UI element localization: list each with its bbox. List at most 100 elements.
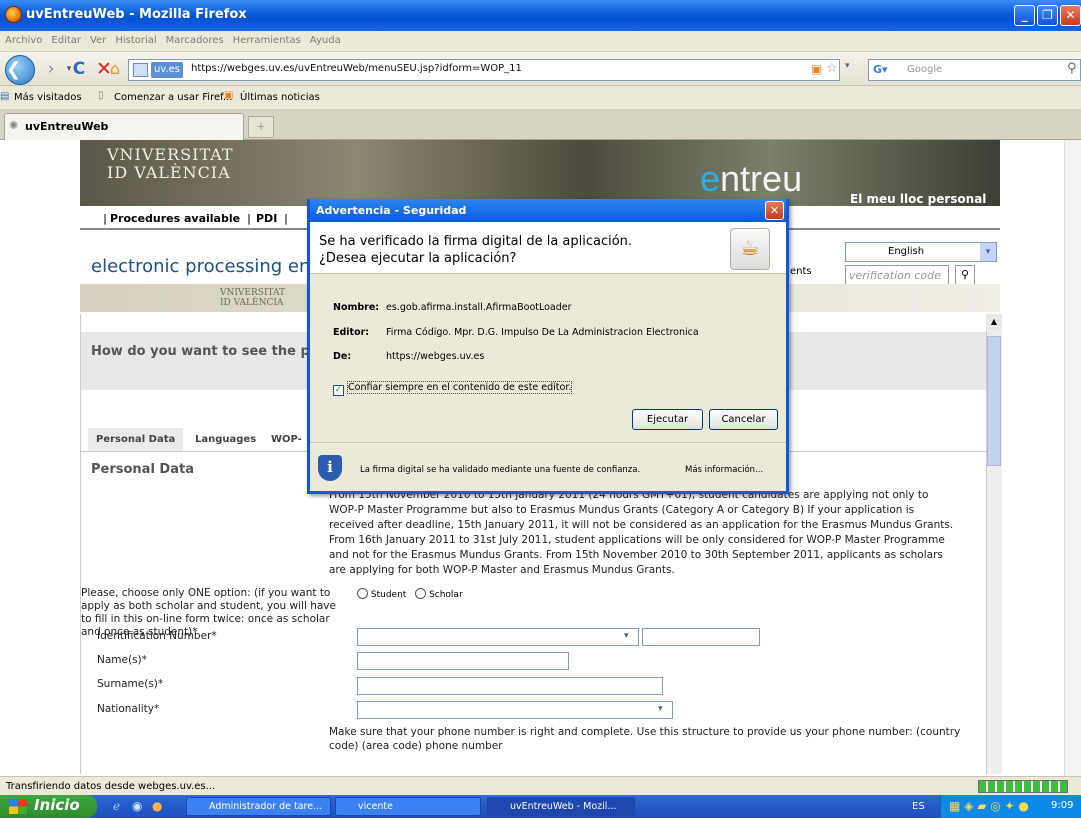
language-indicator[interactable]: ES bbox=[912, 801, 925, 812]
section-heading: Personal Data bbox=[91, 462, 194, 477]
logo-line-1: VNIVERSITAT bbox=[107, 145, 234, 164]
google-icon[interactable]: G▾ bbox=[873, 63, 888, 76]
navigation-toolbar: ❮ › ▾ C ✕ ⌂ uv.es https://webges.uv.es/u… bbox=[0, 52, 1081, 86]
scroll-up-icon[interactable]: ▲ bbox=[986, 314, 1002, 330]
publisher-row: Editor: Firma Código. Mpr. D.G. Impulso … bbox=[333, 327, 699, 338]
tab-personal-data[interactable]: Personal Data bbox=[88, 428, 184, 451]
verification-code-input[interactable]: verification code bbox=[845, 265, 949, 285]
window-title: uvEntreuWeb - Mozilla Firefox bbox=[26, 7, 247, 22]
trust-publisher-checkbox[interactable]: ✓ Confiar siempre en el contenido de este… bbox=[333, 381, 573, 396]
windows-flag-icon bbox=[9, 799, 27, 814]
menu-historial[interactable]: Historial bbox=[110, 31, 160, 46]
personal-site-tagline: El meu lloc personal bbox=[850, 192, 987, 206]
tab-uventreuweb[interactable]: ✺ uvEntreuWeb bbox=[4, 113, 244, 140]
info-shield-icon: i bbox=[318, 455, 342, 481]
menu-marcadores[interactable]: Marcadores bbox=[161, 31, 228, 46]
dialog-title: Advertencia - Seguridad bbox=[316, 204, 467, 217]
page-icon: ▯ bbox=[98, 90, 104, 101]
more-info-link[interactable]: Más información... bbox=[685, 465, 763, 475]
search-bar[interactable]: G▾ Google ⚲ bbox=[868, 59, 1081, 81]
desktop-icon[interactable]: ◉ bbox=[132, 799, 142, 813]
taskbar-vicente[interactable]: vicente bbox=[335, 797, 481, 816]
chevron-down-icon[interactable]: ▾ bbox=[980, 243, 996, 261]
from-row: De: https://webges.uv.es bbox=[333, 351, 484, 362]
menu-editar[interactable]: Editar bbox=[46, 31, 85, 46]
identification-number-input[interactable] bbox=[642, 628, 760, 646]
start-button[interactable]: Inicio bbox=[0, 795, 97, 818]
scroll-thumb[interactable] bbox=[987, 336, 1001, 466]
dialog-titlebar: Advertencia - Seguridad ✕ bbox=[310, 199, 786, 222]
from-value: https://webges.uv.es bbox=[386, 351, 485, 362]
nav-pdi[interactable]: PDI bbox=[256, 212, 277, 225]
search-icon[interactable]: ⚲ bbox=[1067, 61, 1077, 76]
page-title: electronic processing env bbox=[91, 256, 322, 277]
tab-languages[interactable]: Languages bbox=[187, 428, 264, 451]
surname-input[interactable] bbox=[357, 677, 663, 695]
dialog-header: Se ha verificado la firma digital de la … bbox=[310, 222, 786, 274]
bookmark-getting-started[interactable]: Comenzar a usar Firef... bbox=[114, 92, 232, 103]
maximize-button[interactable]: ❐ bbox=[1037, 5, 1058, 26]
close-window-button[interactable]: ✕ bbox=[1060, 5, 1081, 26]
id-type-select[interactable]: ▾ bbox=[357, 628, 639, 646]
nav-separator: | bbox=[284, 212, 289, 225]
checkmark-icon[interactable]: ✓ bbox=[333, 385, 344, 396]
dialog-footer: i La firma digital se ha validado median… bbox=[310, 442, 786, 494]
loading-icon: ✺ bbox=[9, 119, 19, 132]
taskbar-firefox[interactable]: uvEntreuWeb - Mozil... bbox=[487, 797, 635, 816]
page-scrollbar[interactable] bbox=[1064, 140, 1081, 776]
name-label: Name(s)* bbox=[97, 654, 147, 666]
taskbar-task-manager[interactable]: Administrador de tare... bbox=[186, 797, 331, 816]
bookmark-most-visited[interactable]: Más visitados bbox=[14, 92, 82, 103]
menu-ver[interactable]: Ver bbox=[85, 31, 110, 46]
back-arrow-icon[interactable]: ❮ bbox=[5, 55, 35, 85]
signature-note: La firma digital se ha validado mediante… bbox=[360, 465, 641, 475]
url-bar[interactable]: uv.es https://webges.uv.es/uvEntreuWeb/m… bbox=[128, 59, 840, 81]
applicant-type-radios: Student Scholar bbox=[357, 588, 463, 600]
page-icon bbox=[133, 63, 148, 77]
most-visited-icon: ▤ bbox=[0, 91, 10, 102]
nav-procedures-available[interactable]: Procedures available bbox=[110, 212, 240, 225]
site-identity-button[interactable]: uv.es bbox=[151, 62, 184, 78]
cancel-button[interactable]: Cancelar bbox=[709, 409, 778, 430]
message-line-2: ¿Desea ejecutar la aplicación? bbox=[319, 251, 517, 266]
nationality-select[interactable]: ▾ bbox=[357, 701, 673, 719]
bookmark-star-icon[interactable]: ☆ bbox=[826, 61, 838, 76]
new-tab-button[interactable]: + bbox=[248, 116, 274, 138]
menu-archivo[interactable]: Archivo bbox=[0, 31, 46, 46]
window-titlebar: uvEntreuWeb - Mozilla Firefox _ ❐ ✕ bbox=[0, 0, 1081, 31]
menu-ayuda[interactable]: Ayuda bbox=[305, 31, 345, 46]
start-label: Inicio bbox=[34, 796, 80, 814]
logo-line-2: ID VALÈNCIA bbox=[107, 163, 231, 182]
firefox-quicklaunch-icon[interactable]: ● bbox=[152, 799, 162, 813]
ie-icon[interactable]: ℯ bbox=[113, 799, 120, 813]
documents-link[interactable]: ents bbox=[790, 266, 812, 277]
phone-note: Make sure that your phone number is righ… bbox=[329, 726, 961, 752]
language-select[interactable]: English ▾ bbox=[845, 242, 997, 262]
student-radio[interactable] bbox=[357, 588, 368, 599]
dialog-close-button[interactable]: ✕ bbox=[765, 201, 784, 220]
loading-progress bbox=[978, 780, 1068, 793]
home-icon[interactable]: ⌂ bbox=[102, 56, 128, 82]
url-text: https://webges.uv.es/uvEntreuWeb/menuSEU… bbox=[191, 63, 522, 74]
bookmark-latest-news[interactable]: Últimas noticias bbox=[240, 92, 320, 103]
publisher-value: Firma Código. Mpr. D.G. Impulso De La Ad… bbox=[386, 327, 699, 338]
minimize-button[interactable]: _ bbox=[1014, 5, 1035, 26]
university-logo[interactable]: VNIVERSITAT ID VALÈNCIA bbox=[107, 146, 234, 182]
entreu-logo-rest: ntreu bbox=[720, 158, 803, 199]
magnifier-icon[interactable]: ⚲ bbox=[955, 265, 975, 285]
run-button[interactable]: Ejecutar bbox=[632, 409, 703, 430]
surname-label: Surname(s)* bbox=[97, 678, 164, 690]
menu-herramientas[interactable]: Herramientas bbox=[228, 31, 305, 46]
nav-separator: | bbox=[103, 212, 108, 225]
rss-icon[interactable]: ▣ bbox=[811, 62, 822, 76]
name-input[interactable] bbox=[357, 652, 569, 670]
tab-wop[interactable]: WOP- bbox=[263, 428, 310, 451]
tray-icons[interactable]: ▦ ◈ ▰ ◎ ✦ ● bbox=[949, 799, 1029, 813]
scholar-radio[interactable] bbox=[415, 588, 427, 599]
search-input[interactable]: Google bbox=[907, 64, 942, 75]
url-dropdown-icon[interactable]: ▾ bbox=[845, 61, 850, 71]
reload-icon[interactable]: C bbox=[66, 56, 92, 82]
bookmarks-toolbar: ▤ Más visitados ▯ Comenzar a usar Firef.… bbox=[0, 86, 1081, 110]
from-key: De: bbox=[333, 351, 352, 362]
publisher-key: Editor: bbox=[333, 327, 370, 338]
